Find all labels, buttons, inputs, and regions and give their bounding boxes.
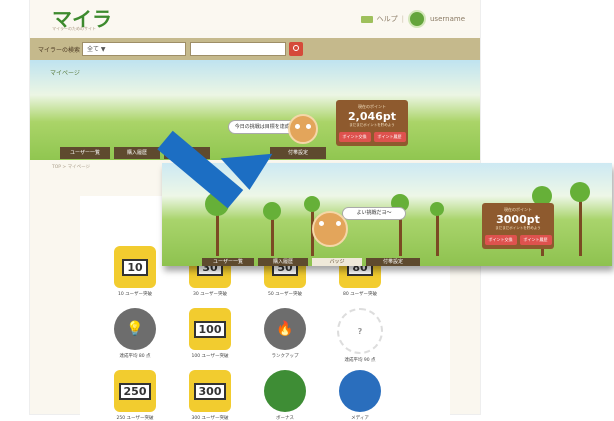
lightbulb-icon: 💡 — [114, 308, 156, 350]
badge-250-icon: 250 — [114, 370, 156, 412]
header-user-area: ヘルプ | username — [360, 10, 465, 28]
header-separator: | — [401, 15, 404, 23]
badge-value: 100 — [193, 320, 227, 338]
help-link[interactable]: ヘルプ — [377, 14, 398, 24]
badge-item[interactable]: 🔥 ランクアップ — [250, 308, 320, 359]
search-button[interactable] — [289, 42, 303, 56]
page-title: マイページ — [50, 70, 80, 77]
squirrel-mascot-icon — [312, 211, 348, 247]
category-select[interactable]: 全て ▼ — [82, 42, 186, 56]
points-exchange-button[interactable]: ポイント交換 — [338, 132, 371, 142]
points-note: まだまだポイントを貯めよう — [495, 226, 541, 230]
badge-value: ? — [357, 326, 363, 336]
briefcase-icon — [264, 370, 306, 412]
points-value: 2,046pt — [348, 110, 396, 123]
avatar[interactable] — [408, 10, 426, 28]
points-value: 3000pt — [496, 213, 540, 226]
overlay-tabs: ユーザー一覧 購入履歴 バッジ 付帯設定 — [202, 258, 420, 266]
points-history-button[interactable]: ポイント履歴 — [373, 132, 406, 142]
badge-label: 達成平均 90 点 — [344, 358, 376, 363]
overlay-points-signpost: 現在のポイント 3000pt まだまだポイントを貯めよう ポイント交換 ポイント… — [482, 203, 554, 249]
badge-10-icon: 10 — [114, 246, 156, 288]
badge-label: 80 ユーザー突破 — [342, 292, 378, 297]
badge-label: メディア — [351, 416, 369, 421]
badge-item[interactable]: 10 10 ユーザー突破 — [100, 246, 170, 297]
badge-label: 250 ユーザー突破 — [116, 416, 154, 421]
badge-value: 10 — [122, 258, 148, 276]
badge-300-icon: 300 — [189, 370, 231, 412]
tab-users[interactable]: ユーザー一覧 — [202, 258, 254, 266]
tv-icon — [339, 370, 381, 412]
badge-item[interactable]: ? 達成平均 90 点 — [325, 308, 395, 363]
search-label: マイラーの検索 — [38, 47, 81, 54]
badge-item[interactable]: ボーナス — [250, 370, 320, 421]
badge-item[interactable]: メディア — [325, 370, 395, 421]
badge-item[interactable]: 250 250 ユーザー突破 — [100, 370, 170, 421]
badge-item[interactable]: 300 300 ユーザー突破 — [175, 370, 245, 421]
badge-label: 50 ユーザー突破 — [267, 292, 303, 297]
badge-label: 300 ユーザー突破 — [191, 416, 229, 421]
arrow-head-icon — [220, 153, 276, 193]
badge-label: ボーナス — [276, 416, 294, 421]
tab-settings[interactable]: 付帯設定 — [270, 147, 326, 159]
squirrel-mascot-icon — [288, 114, 318, 144]
locked-badge-icon: ? — [337, 308, 383, 354]
username[interactable]: username — [430, 15, 465, 23]
badge-label: 達成平均 80 点 — [119, 354, 151, 359]
tab-purchases[interactable]: 購入履歴 — [258, 258, 308, 266]
help-icon[interactable] — [360, 15, 373, 23]
badge-value: 250 — [118, 382, 152, 400]
badge-item[interactable]: 100 100 ユーザー突破 — [175, 308, 245, 359]
tab-settings[interactable]: 付帯設定 — [366, 258, 420, 266]
badge-label: 30 ユーザー突破 — [192, 292, 228, 297]
points-signpost: 現在のポイント 2,046pt まだまだポイントを貯めよう ポイント交換 ポイン… — [336, 100, 408, 146]
overlay-speech-bubble: よい挑戦だヨ〜 — [342, 207, 406, 220]
tab-badges[interactable]: バッジ — [312, 258, 362, 266]
flame-icon: 🔥 — [264, 308, 306, 350]
badge-item[interactable]: 💡 達成平均 80 点 — [100, 308, 170, 359]
badge-label: 100 ユーザー突破 — [191, 354, 229, 359]
badge-100-icon: 100 — [189, 308, 231, 350]
site-logo-subtitle: マイラーのためのサイト — [52, 26, 96, 31]
mypage-hero — [30, 60, 480, 160]
badge-label: 10 ユーザー突破 — [117, 292, 153, 297]
points-exchange-button[interactable]: ポイント交換 — [484, 235, 517, 245]
tab-users[interactable]: ユーザー一覧 — [60, 147, 110, 159]
search-bar: マイラーの検索 全て ▼ — [30, 38, 480, 60]
search-input[interactable] — [190, 42, 286, 56]
category-select-value: 全て ▼ — [87, 46, 106, 53]
points-note: まだまだポイントを貯めよう — [349, 123, 395, 127]
points-history-button[interactable]: ポイント履歴 — [519, 235, 552, 245]
tab-purchases[interactable]: 購入履歴 — [114, 147, 160, 159]
breadcrumb: TOP > マイページ — [52, 165, 91, 170]
badge-label: ランクアップ — [271, 354, 299, 359]
site-header: マイラ マイラーのためのサイト ヘルプ | username — [30, 0, 480, 31]
badge-value: 300 — [193, 382, 227, 400]
